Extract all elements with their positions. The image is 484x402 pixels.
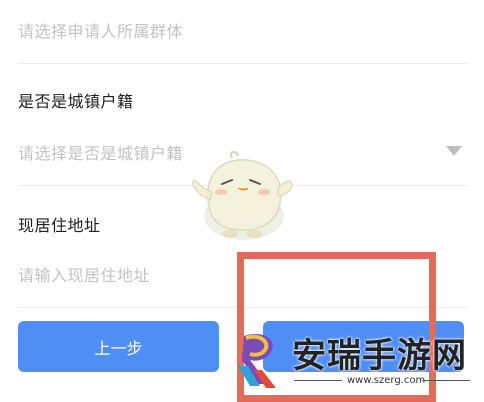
mascot-chick-icon — [192, 150, 293, 240]
divider — [18, 63, 468, 64]
address-label: 现居住地址 — [18, 216, 101, 235]
prev-step-label: 上一步 — [94, 338, 143, 358]
site-logo-icon — [238, 333, 276, 388]
dropdown-triangle-icon[interactable] — [446, 146, 462, 156]
site-url: www.szerg.com — [347, 375, 426, 386]
address-placeholder: 请输入现居住地址 — [18, 266, 151, 285]
group-select-placeholder: 请选择申请人所属群体 — [18, 22, 184, 41]
divider — [294, 380, 342, 381]
urban-household-label: 是否是城镇户籍 — [18, 92, 134, 111]
prev-step-button[interactable]: 上一步 — [18, 321, 219, 372]
site-watermark: 安瑞手游网 www.szerg.com — [232, 326, 482, 393]
urban-household-placeholder: 请选择是否是城镇户籍 — [18, 144, 184, 163]
address-input[interactable]: 请输入现居住地址 — [18, 262, 150, 286]
divider — [422, 380, 470, 381]
urban-household-select[interactable]: 请选择是否是城镇户籍 — [18, 140, 183, 164]
group-select[interactable]: 请选择申请人所属群体 — [18, 18, 183, 42]
site-name: 安瑞手游网 — [292, 336, 467, 376]
